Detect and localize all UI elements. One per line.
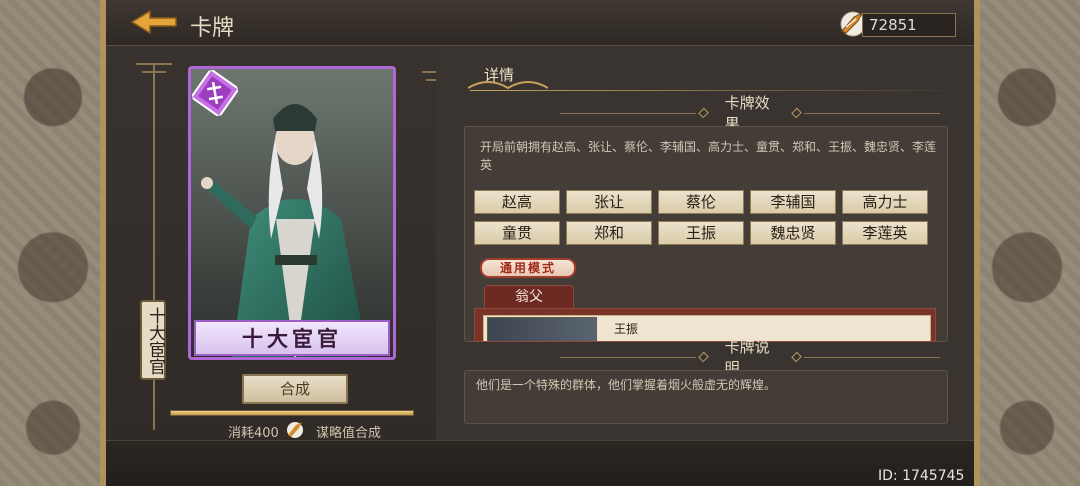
diamond-icon	[791, 351, 803, 363]
name-cell: 李辅国	[750, 190, 836, 214]
sub-item-thumbnail	[487, 317, 597, 341]
cost-prefix-text: 消耗400	[228, 426, 279, 441]
cost-suffix-text: 谋略值合成	[316, 426, 382, 441]
right-decor-panel	[970, 0, 1080, 486]
diamond-icon	[791, 107, 803, 119]
card-name-plate: 十大宦官	[194, 320, 390, 356]
tab-detail-label: 详情	[484, 66, 515, 84]
player-id: ID: 1745745	[878, 468, 965, 484]
strategy-feather-icon	[287, 422, 303, 438]
name-cell: 王振	[658, 221, 744, 245]
bottom-bar	[106, 440, 974, 486]
card-side-tag: 十大宦官	[140, 300, 166, 380]
left-decor-panel	[0, 0, 110, 486]
name-cell: 张让	[566, 190, 652, 214]
name-cell: 李莲英	[842, 221, 928, 245]
name-cell: 魏忠贤	[750, 221, 836, 245]
name-cell: 童贯	[474, 221, 560, 245]
tab-sub-category[interactable]: 翁父	[484, 285, 574, 309]
explain-section-header: 卡牌说明	[560, 338, 940, 377]
diamond-icon	[697, 107, 709, 119]
mode-badge: 通用模式	[480, 258, 576, 278]
compose-button[interactable]: 合成	[242, 374, 348, 404]
header-line-right	[804, 112, 940, 114]
header-line-left	[560, 112, 696, 114]
name-cell: 郑和	[566, 221, 652, 245]
effect-description: 开局前朝拥有赵高、张让、蔡伦、李辅国、高力士、童贯、郑和、王振、魏忠贤、李莲英	[480, 140, 937, 172]
rarity-badge-icon	[189, 67, 241, 119]
header-line-left	[560, 356, 696, 358]
sub-item-name: 王振	[614, 322, 639, 336]
name-cell: 高力士	[842, 190, 928, 214]
compose-progress-bar	[170, 410, 414, 416]
tab-detail[interactable]: 详情	[467, 58, 549, 92]
effect-section-header: 卡牌效果	[560, 94, 940, 133]
page-title: 卡牌	[190, 16, 235, 41]
name-cell: 赵高	[474, 190, 560, 214]
diamond-icon	[697, 351, 709, 363]
detail-divider	[470, 90, 970, 91]
name-cell: 蔡伦	[658, 190, 744, 214]
currency-amount: 72851	[862, 13, 956, 37]
back-arrow-icon	[130, 9, 177, 35]
sub-list-panel	[474, 308, 936, 342]
explain-text: 他们是一个特殊的群体，他们掌握着烟火般虚无的辉煌。	[476, 378, 777, 392]
compose-progress-fill	[171, 411, 413, 415]
header-line-right	[804, 356, 940, 358]
back-button[interactable]	[130, 6, 178, 38]
